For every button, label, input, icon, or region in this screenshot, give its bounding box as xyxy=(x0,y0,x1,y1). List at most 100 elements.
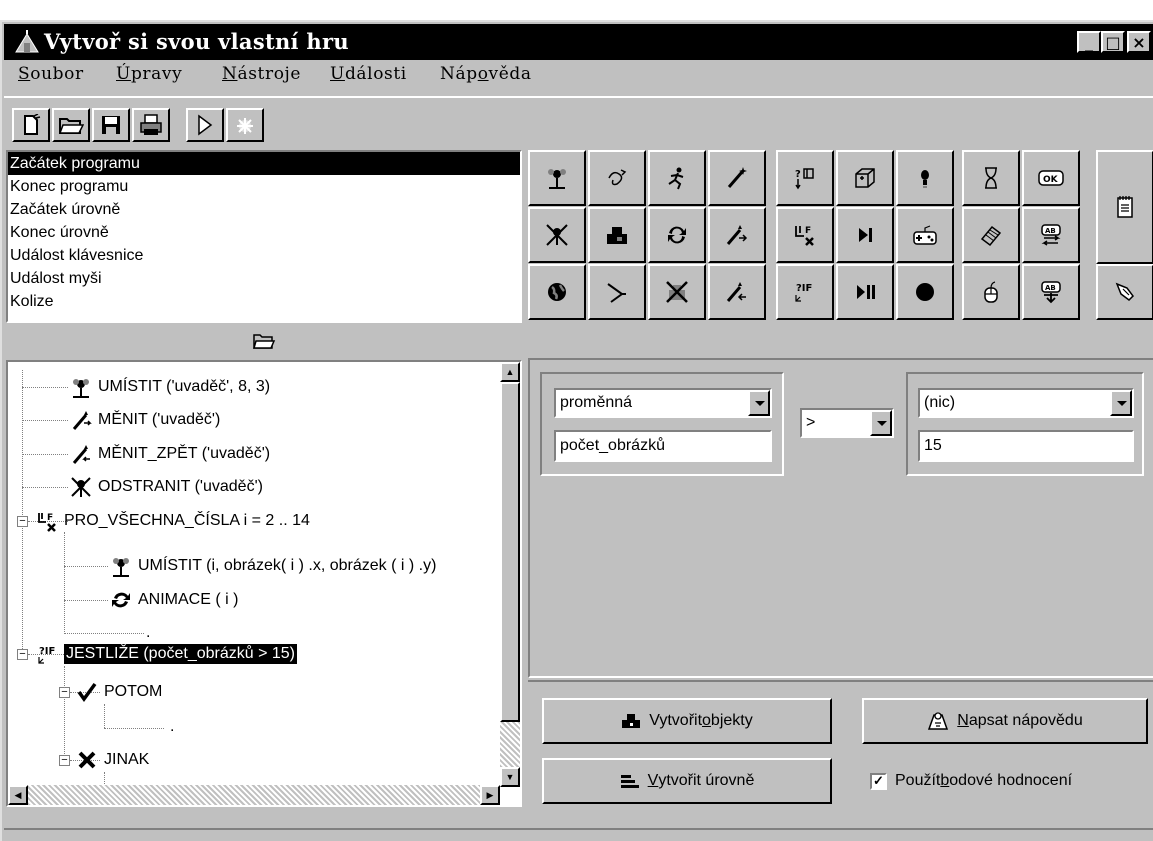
save-button[interactable] xyxy=(92,108,130,142)
cmd-world-button[interactable] xyxy=(528,264,586,320)
event-item-end-program[interactable]: Konec programu xyxy=(8,175,520,198)
tree-vertical-scrollbar[interactable]: ▲ ▼ xyxy=(500,362,520,787)
cmd-walk-button[interactable] xyxy=(648,150,706,206)
menu-udalosti[interactable]: Události xyxy=(330,64,407,84)
create-levels-button[interactable]: Vytvořit úrovně xyxy=(542,758,832,804)
right-operand-input[interactable]: 15 xyxy=(918,430,1134,462)
cmd-remove-button[interactable] xyxy=(528,207,586,263)
cmd-erase-button[interactable] xyxy=(962,207,1020,263)
cmd-wait-button[interactable] xyxy=(962,150,1020,206)
cmd-move-button[interactable] xyxy=(588,150,646,206)
scroll-right-arrow-icon[interactable]: ▶ xyxy=(480,785,500,805)
scroll-down-arrow-icon[interactable]: ▼ xyxy=(500,767,520,787)
menu-napoveda[interactable]: Nápověda xyxy=(440,64,532,84)
scroll-track[interactable] xyxy=(28,785,480,805)
tree-node-label: JINAK xyxy=(104,751,150,768)
cmd-change-back-button[interactable] xyxy=(708,264,766,320)
menu-upravy[interactable]: Úpravy xyxy=(116,64,182,84)
tree-node-else[interactable]: JINAK xyxy=(74,745,149,775)
cmd-throw-button[interactable] xyxy=(588,264,646,320)
chevron-down-icon[interactable] xyxy=(870,410,892,436)
tree-node-change[interactable]: MĚNIT ('uvaděč') xyxy=(68,405,220,435)
event-item-collision[interactable]: Kolize xyxy=(8,290,520,313)
cmd-pointer-button[interactable] xyxy=(1096,264,1153,320)
program-tree[interactable]: − − − − UMÍSTIT ('uvaděč', 8, 3) MĚNIT (… xyxy=(6,360,522,807)
tree-node-empty[interactable]: . xyxy=(166,712,174,742)
scroll-thumb[interactable] xyxy=(500,382,520,722)
cmd-text-swap-button[interactable]: AB xyxy=(1022,207,1080,263)
cmd-animate-button[interactable] xyxy=(648,207,706,263)
checkbox-box[interactable]: ✓ xyxy=(870,772,887,790)
menu-soubor[interactable]: Soubor xyxy=(18,64,84,84)
stop-animation-button[interactable] xyxy=(226,108,264,142)
cmd-pause-button[interactable] xyxy=(836,264,894,320)
tree-node-if[interactable]: ?IF JESTLIŽE (počet_obrázků > 15) xyxy=(34,639,297,669)
tree-node-label: JESTLIŽE (počet_obrázků > 15) xyxy=(64,644,297,664)
tree-node-change-back[interactable]: MĚNIT_ZPĚT ('uvaděč') xyxy=(68,439,270,469)
use-scoring-checkbox[interactable]: ✓ Použít b odové hodnocení xyxy=(870,772,1072,790)
runner-icon xyxy=(668,167,684,190)
open-folder-icon[interactable] xyxy=(252,332,276,350)
scroll-track[interactable] xyxy=(500,722,520,767)
cmd-place-button[interactable] xyxy=(528,150,586,206)
operator-select[interactable]: > xyxy=(800,408,894,438)
tree-node-place[interactable]: UMÍSTIT ('uvaděč', 8, 3) xyxy=(68,372,270,402)
title-bar[interactable]: Vytvoř si svou vlastní hru _ □ × xyxy=(4,24,1153,60)
chevron-down-icon[interactable] xyxy=(1110,390,1132,416)
maximize-button[interactable]: □ xyxy=(1101,31,1125,53)
new-file-button[interactable] xyxy=(12,108,50,142)
left-operand-group: proměnná počet_obrázků xyxy=(540,372,784,476)
collapse-toggle[interactable]: − xyxy=(17,649,28,660)
tree-node-for-all[interactable]: F PRO_VŠECHNA_ČÍSLA i = 2 .. 14 xyxy=(34,506,310,536)
cmd-mouse-button[interactable] xyxy=(962,264,1020,320)
cmd-change-button[interactable] xyxy=(708,207,766,263)
cmd-step-button[interactable] xyxy=(836,207,894,263)
tree-connector xyxy=(64,633,144,634)
create-objects-button[interactable]: Vytvořit o bjekty xyxy=(542,698,832,744)
cmd-ok-button[interactable]: OK xyxy=(1022,150,1080,206)
tree-node-then[interactable]: POTOM xyxy=(74,677,162,707)
scroll-left-arrow-icon[interactable]: ◀ xyxy=(8,785,28,805)
tree-node-remove[interactable]: ODSTRANIT ('uvaděč') xyxy=(68,472,263,502)
collapse-toggle[interactable]: − xyxy=(17,516,28,527)
scroll-up-arrow-icon[interactable]: ▲ xyxy=(500,362,520,382)
operator-value: > xyxy=(806,414,816,431)
event-item-start-program[interactable]: Začátek programu xyxy=(8,152,520,175)
window-title: Vytvoř si svou vlastní hru xyxy=(44,29,349,54)
tree-node-animate[interactable]: ANIMACE ( i ) xyxy=(108,585,238,615)
cmd-wand-button[interactable] xyxy=(708,150,766,206)
collapse-toggle[interactable]: − xyxy=(59,755,70,766)
print-icon xyxy=(140,114,162,135)
cmd-gamepad-button[interactable] xyxy=(896,207,954,263)
tree-node-place-i[interactable]: UMÍSTIT (i, obrázek( i ) .x, obrázek ( i… xyxy=(108,551,436,581)
cmd-cube-button[interactable] xyxy=(836,150,894,206)
cmd-text-down-button[interactable]: AB xyxy=(1022,264,1080,320)
event-item-end-level[interactable]: Konec úrovně xyxy=(8,221,520,244)
left-operand-input[interactable]: počet_obrázků xyxy=(554,430,772,462)
run-button[interactable] xyxy=(186,108,224,142)
right-operand-type-select[interactable]: (nic) xyxy=(918,388,1134,418)
cmd-swap-if-button[interactable]: ? xyxy=(776,150,834,206)
print-button[interactable] xyxy=(132,108,170,142)
collapse-toggle[interactable]: − xyxy=(59,687,70,698)
cmd-if-button[interactable]: ?IF xyxy=(776,264,834,320)
close-button[interactable]: × xyxy=(1127,31,1151,53)
cmd-notepad-button[interactable] xyxy=(1096,150,1153,264)
minimize-button[interactable]: _ xyxy=(1077,31,1101,53)
left-operand-type-select[interactable]: proměnná xyxy=(554,388,772,418)
cmd-stop-button[interactable] xyxy=(896,264,954,320)
chevron-down-icon[interactable] xyxy=(748,390,770,416)
cmd-bulb-button[interactable] xyxy=(896,150,954,206)
events-list[interactable]: Začátek programu Konec programu Začátek … xyxy=(6,150,522,323)
event-item-start-level[interactable]: Začátek úrovně xyxy=(8,198,520,221)
cmd-for-all-button[interactable]: F xyxy=(776,207,834,263)
tree-horizontal-scrollbar[interactable]: ◀ ▶ xyxy=(8,785,500,805)
event-item-mouse[interactable]: Událost myši xyxy=(8,267,520,290)
write-help-button[interactable]: Napsat nápovědu xyxy=(862,698,1148,744)
cmd-blocks-button[interactable] xyxy=(588,207,646,263)
open-folder-button[interactable] xyxy=(52,108,90,142)
event-item-keyboard[interactable]: Událost klávesnice xyxy=(8,244,520,267)
menu-nastroje[interactable]: Nástroje xyxy=(222,64,301,84)
close-icon: × xyxy=(1132,33,1146,52)
cmd-remove-all-button[interactable] xyxy=(648,264,706,320)
